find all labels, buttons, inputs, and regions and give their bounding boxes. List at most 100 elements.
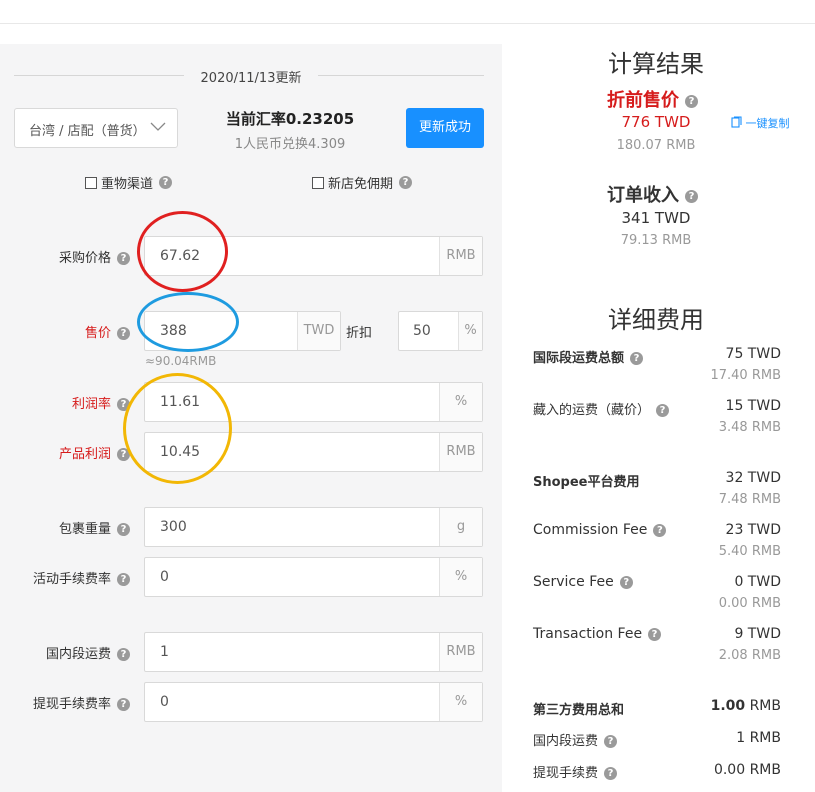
- domestic-shipping-unit: RMB: [439, 633, 482, 671]
- new-store-checkbox[interactable]: [312, 176, 324, 189]
- help-icon[interactable]: ?: [653, 523, 667, 537]
- copy-button[interactable]: 一键复制: [731, 115, 790, 131]
- copy-label: 一键复制: [745, 117, 790, 130]
- copy-icon: [731, 116, 742, 130]
- sale-price-input[interactable]: 388 TWD: [144, 311, 341, 351]
- detail-label: 提现手续费?: [533, 762, 618, 781]
- help-icon[interactable]: ?: [604, 767, 618, 780]
- detail-label: Commission Fee?: [533, 522, 667, 538]
- sale-price-unit: TWD: [297, 312, 340, 350]
- help-icon[interactable]: ?: [117, 523, 130, 536]
- detail-twd: 9 TWD: [734, 626, 781, 642]
- package-weight-label: 包裹重量?: [0, 518, 130, 537]
- package-weight-value[interactable]: 300: [145, 508, 439, 546]
- activity-fee-rate-unit: %: [439, 558, 482, 596]
- withdraw-fee-rate-input[interactable]: 0 %: [144, 682, 483, 722]
- order-income-rmb: 79.13 RMB: [620, 233, 692, 248]
- pre-discount-rmb: 180.07 RMB: [616, 138, 696, 153]
- help-icon[interactable]: ?: [630, 352, 644, 365]
- help-icon[interactable]: ?: [117, 698, 130, 711]
- detail-twd: 15 TWD: [725, 398, 781, 414]
- help-icon[interactable]: ?: [685, 94, 698, 108]
- detail-value: 0.00 RMB: [713, 762, 781, 778]
- sale-price-approx: ≈90.04RMB: [145, 354, 217, 368]
- exchange-rate: 当前汇率0.23205: [225, 110, 355, 128]
- new-store-label: 新店免佣期: [328, 177, 394, 192]
- product-profit-label: 产品利润?: [0, 443, 130, 462]
- help-icon[interactable]: ?: [604, 735, 618, 748]
- third-party-unit: RMB: [749, 698, 781, 714]
- purchase-price-input[interactable]: 67.62 RMB: [144, 236, 483, 276]
- domestic-shipping-input[interactable]: 1 RMB: [144, 632, 483, 672]
- detail-twd: 23 TWD: [725, 522, 781, 538]
- sale-price-value[interactable]: 388: [145, 312, 297, 350]
- withdraw-fee-rate-label: 提现手续费率?: [0, 693, 130, 712]
- help-icon[interactable]: ?: [117, 648, 130, 661]
- product-profit-value[interactable]: 10.45: [145, 433, 439, 471]
- detail-twd: 0 TWD: [734, 574, 781, 590]
- discount-unit: %: [458, 312, 482, 350]
- discount-input[interactable]: 50 %: [398, 311, 483, 351]
- profit-rate-label: 利润率?: [0, 393, 130, 412]
- help-icon[interactable]: ?: [117, 398, 130, 411]
- detail-label: 藏入的运费（藏价）?: [533, 399, 670, 418]
- order-income-label: 订单收入?: [607, 181, 698, 207]
- purchase-price-value[interactable]: 67.62: [145, 237, 439, 275]
- channel-select-value: 台湾 / 店配（普货）: [29, 124, 146, 139]
- detail-label: Service Fee?: [533, 574, 633, 590]
- profit-rate-input[interactable]: 11.61 %: [144, 382, 483, 422]
- detail-twd: 75 TWD: [725, 346, 781, 362]
- domestic-shipping-value[interactable]: 1: [145, 633, 439, 671]
- detail-twd: 32 TWD: [725, 470, 781, 486]
- discount-label: 折扣: [346, 326, 373, 341]
- help-icon[interactable]: ?: [648, 627, 662, 641]
- activity-fee-rate-label: 活动手续费率?: [0, 568, 130, 587]
- help-icon[interactable]: ?: [399, 176, 413, 189]
- help-icon[interactable]: ?: [117, 252, 130, 265]
- purchase-price-label: 采购价格?: [0, 247, 130, 266]
- help-icon[interactable]: ?: [117, 573, 130, 586]
- top-divider: [0, 23, 815, 24]
- help-icon[interactable]: ?: [159, 176, 173, 189]
- detail-rmb: 0.00 RMB: [718, 596, 781, 611]
- pre-discount-twd: 776 TWD: [621, 113, 691, 131]
- withdraw-fee-rate-unit: %: [439, 683, 482, 721]
- channel-select[interactable]: 台湾 / 店配（普货）: [14, 108, 178, 148]
- withdraw-fee-rate-value[interactable]: 0: [145, 683, 439, 721]
- activity-fee-rate-input[interactable]: 0 %: [144, 557, 483, 597]
- activity-fee-rate-value[interactable]: 0: [145, 558, 439, 596]
- third-party-total: 1.00 RMB: [711, 698, 781, 714]
- order-income-twd: 341 TWD: [621, 209, 691, 227]
- profit-rate-value[interactable]: 11.61: [145, 383, 439, 421]
- update-button[interactable]: 更新成功: [406, 108, 484, 148]
- help-icon[interactable]: ?: [656, 404, 670, 417]
- package-weight-input[interactable]: 300 g: [144, 507, 483, 547]
- detail-label: Transaction Fee?: [533, 626, 662, 642]
- result-title: 计算结果: [608, 50, 704, 78]
- third-party-value: 1.00: [710, 698, 746, 714]
- heavy-channel-checkbox[interactable]: [85, 176, 97, 189]
- details-title: 详细费用: [608, 306, 704, 334]
- discount-value[interactable]: 50: [399, 312, 458, 350]
- sale-price-label: 售价?: [0, 322, 130, 341]
- new-store-option[interactable]: 新店免佣期 ?: [312, 173, 413, 192]
- heavy-channel-option[interactable]: 重物渠道 ?: [85, 173, 173, 192]
- detail-rmb: 17.40 RMB: [710, 368, 781, 383]
- detail-label: Shopee平台费用: [533, 475, 640, 490]
- help-icon[interactable]: ?: [117, 327, 130, 340]
- help-icon[interactable]: ?: [117, 448, 130, 461]
- detail-rmb: 5.40 RMB: [718, 544, 781, 559]
- pre-discount-price-label: 折前售价?: [607, 86, 698, 112]
- product-profit-input[interactable]: 10.45 RMB: [144, 432, 483, 472]
- help-icon[interactable]: ?: [685, 189, 698, 203]
- package-weight-unit: g: [439, 508, 482, 546]
- heavy-channel-label: 重物渠道: [101, 177, 154, 192]
- product-profit-unit: RMB: [439, 433, 482, 471]
- detail-rmb: 3.48 RMB: [718, 420, 781, 435]
- detail-value: 1 RMB: [736, 730, 781, 746]
- detail-label: 国内段运费?: [533, 730, 618, 749]
- help-icon[interactable]: ?: [619, 575, 633, 589]
- detail-rmb: 7.48 RMB: [718, 492, 781, 507]
- exchange-conversion: 1人民币兑换4.309: [234, 137, 346, 152]
- update-date: 2020/11/13更新: [200, 71, 302, 86]
